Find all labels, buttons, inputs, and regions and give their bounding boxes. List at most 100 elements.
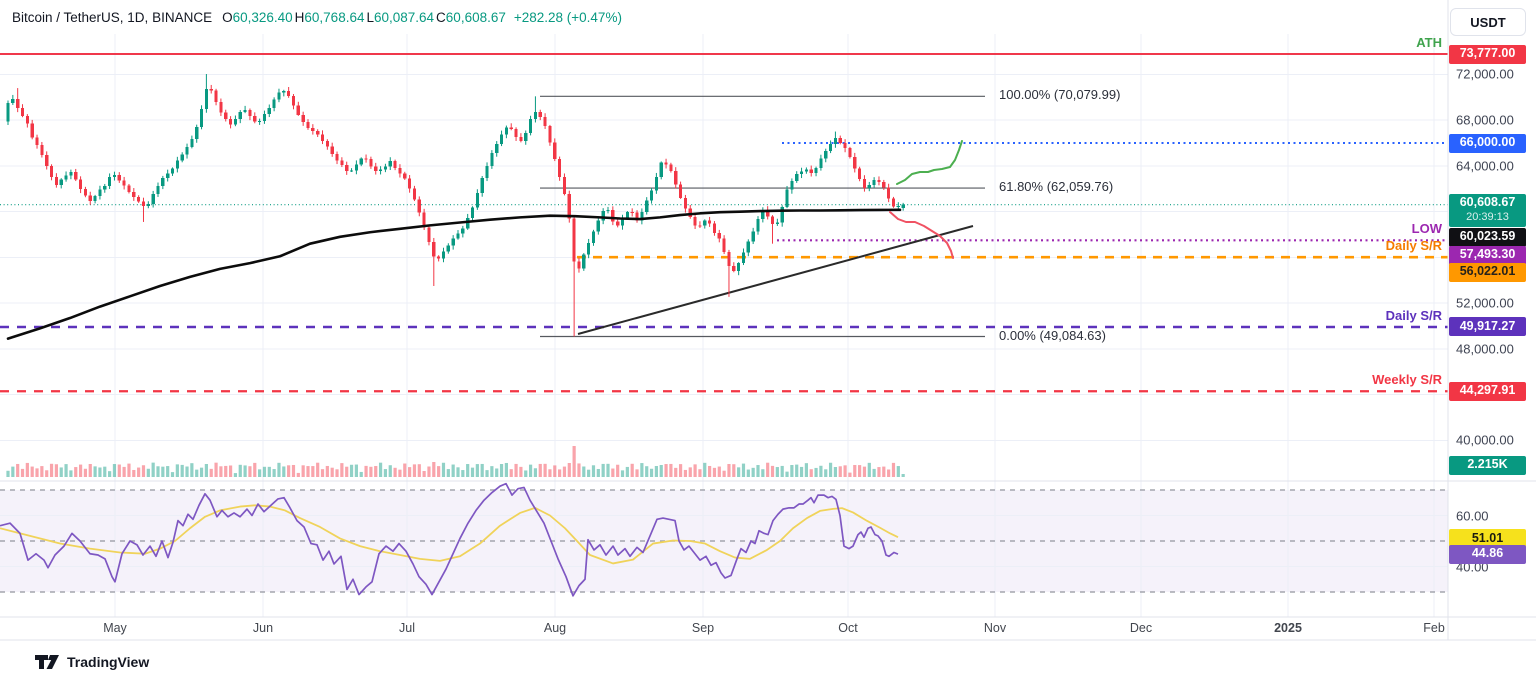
volume-bar xyxy=(655,466,658,477)
candle-body xyxy=(98,190,101,196)
volume-bar xyxy=(664,464,667,477)
candle-body xyxy=(853,157,856,169)
volume-bar xyxy=(848,473,851,477)
candle-body xyxy=(156,186,159,194)
volume-bar xyxy=(684,470,687,477)
tradingview-logo[interactable]: TradingView xyxy=(34,653,149,671)
volume-bar xyxy=(456,467,459,477)
volume-bar xyxy=(147,469,150,477)
volume-bar xyxy=(248,466,251,477)
ascending-trendline xyxy=(578,226,973,334)
candle-body xyxy=(660,163,663,177)
volume-bar xyxy=(437,466,440,477)
candle-body xyxy=(645,200,648,211)
currency-toggle-button[interactable]: USDT xyxy=(1450,8,1526,36)
ath-badge: 73,777.00 xyxy=(1449,45,1526,64)
candle-body xyxy=(461,228,464,233)
fib-618-label[interactable]: 61.80% (62,059.76) xyxy=(999,179,1113,194)
volume-bar xyxy=(413,464,416,477)
symbol-title[interactable]: Bitcoin / TetherUS, 1D, BINANCE xyxy=(12,10,212,25)
currency-toggle-label: USDT xyxy=(1470,15,1505,30)
candle-body xyxy=(229,119,232,125)
volume-bar xyxy=(423,471,426,477)
volume-bar xyxy=(635,469,638,477)
chart-canvas[interactable] xyxy=(0,0,1536,681)
candle-body xyxy=(606,210,609,211)
candle-body xyxy=(664,163,667,165)
candle-body xyxy=(723,239,726,253)
volume-bar xyxy=(490,466,493,477)
candle-body xyxy=(11,99,14,103)
candle-body xyxy=(713,224,716,234)
candle-body xyxy=(152,194,155,204)
time-axis-label-2025: 2025 xyxy=(1274,621,1302,635)
volume-bar xyxy=(103,467,106,477)
candle-body xyxy=(389,161,392,166)
volume-bar xyxy=(442,463,445,477)
weekly-sr-label: Weekly S/R xyxy=(1372,372,1442,387)
candle-body xyxy=(89,196,92,201)
candle-body xyxy=(514,129,517,137)
candle-body xyxy=(316,131,319,134)
volume-badge: 2.215K xyxy=(1449,456,1526,475)
volume-bar xyxy=(98,467,101,477)
candle-body xyxy=(577,261,580,268)
candle-body xyxy=(6,103,9,121)
volume-bar xyxy=(611,469,614,477)
candle-body xyxy=(500,134,503,144)
candle-body xyxy=(655,177,658,191)
candle-body xyxy=(374,166,377,171)
candle-body xyxy=(563,177,566,194)
candle-body xyxy=(132,192,135,197)
volume-bar xyxy=(40,466,43,477)
daily-sr-upper-badge: 57,493.30 xyxy=(1449,246,1526,265)
candle-body xyxy=(819,159,822,168)
axis-label: 52,000.00 xyxy=(1456,296,1514,311)
volume-bar xyxy=(858,465,861,477)
candle-body xyxy=(573,219,576,262)
volume-bar xyxy=(219,466,222,477)
volume-bar xyxy=(331,468,334,477)
volume-bar xyxy=(592,465,595,477)
volume-bar xyxy=(243,465,246,477)
fib-100-label[interactable]: 100.00% (70,079.99) xyxy=(999,87,1120,102)
volume-bar xyxy=(55,464,58,477)
candle-body xyxy=(447,246,450,252)
volume-bar xyxy=(171,472,174,477)
time-axis-label-nov: Nov xyxy=(984,621,1006,635)
candle-body xyxy=(834,138,837,144)
volume-bar xyxy=(795,465,798,477)
candle-body xyxy=(858,169,861,179)
volume-bar xyxy=(287,465,290,477)
candle-body xyxy=(843,143,846,148)
candle-body xyxy=(882,182,885,188)
candle-body xyxy=(524,133,527,141)
volume-bar xyxy=(176,464,179,477)
volume-bar xyxy=(350,465,353,477)
candle-body xyxy=(166,174,169,178)
fib-0-label[interactable]: 0.00% (49,084.63) xyxy=(999,328,1106,343)
candle-body xyxy=(529,119,532,133)
countdown-timer: 20:39:13 xyxy=(1466,211,1509,225)
volume-bar xyxy=(113,464,116,477)
axis-label: 72,000.00 xyxy=(1456,67,1514,82)
volume-bar xyxy=(311,466,314,477)
candle-body xyxy=(171,169,174,174)
axis-label: 48,000.00 xyxy=(1456,341,1514,356)
volume-bar xyxy=(505,463,508,477)
volume-bar xyxy=(839,466,842,477)
volume-bar xyxy=(447,469,450,477)
volume-bar xyxy=(132,470,135,477)
volume-bar xyxy=(587,470,590,477)
candle-body xyxy=(224,113,227,119)
candle-body xyxy=(771,217,774,224)
volume-bar xyxy=(161,467,164,477)
candle-body xyxy=(69,172,72,175)
bullish-projection-line xyxy=(897,141,962,184)
volume-bar xyxy=(573,446,576,477)
candle-body xyxy=(592,232,595,243)
volume-bar xyxy=(577,463,580,477)
candle-body xyxy=(345,165,348,171)
volume-bar xyxy=(534,468,537,477)
volume-bar xyxy=(200,468,203,477)
